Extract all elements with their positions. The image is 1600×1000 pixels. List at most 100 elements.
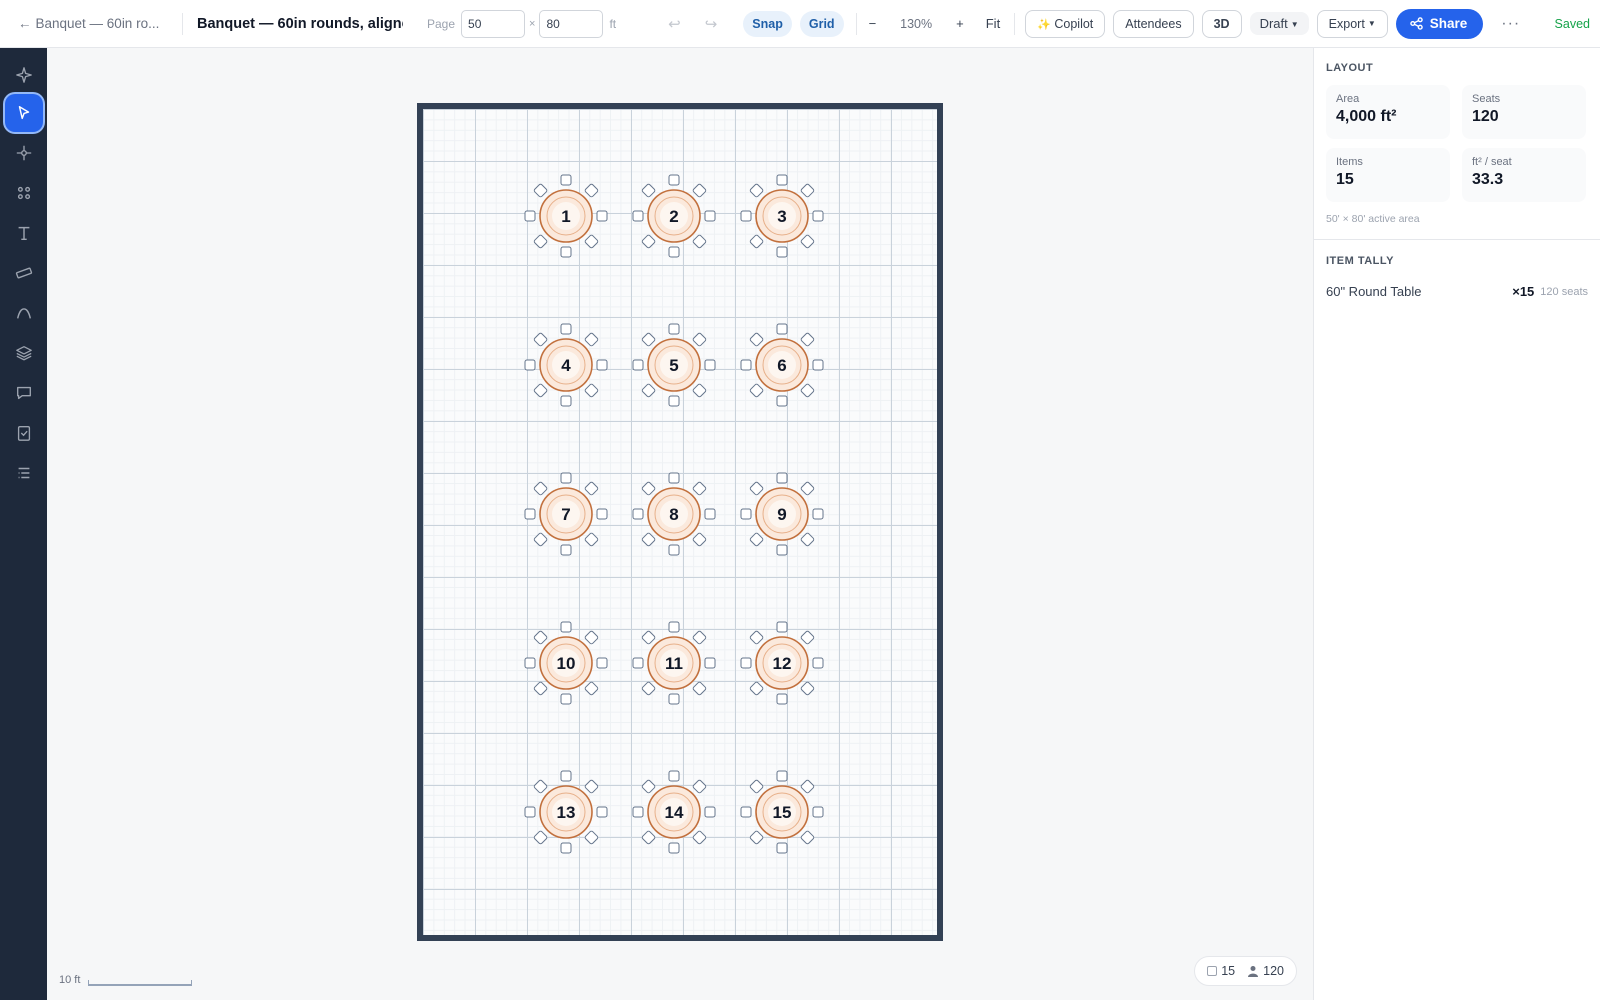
document-title[interactable]: Banquet — 60in rounds, aligned (197, 16, 403, 32)
zoom-in-button[interactable]: + (956, 16, 964, 31)
tool-rail (0, 48, 47, 1000)
attendees-button[interactable]: Attendees (1113, 9, 1194, 38)
more-options-icon[interactable]: ··· (1501, 15, 1520, 33)
export-dropdown[interactable]: Export ▼ (1316, 9, 1388, 38)
chair (692, 830, 707, 845)
round-table[interactable]: 12 (740, 621, 824, 705)
chair (533, 532, 548, 547)
table-number: 6 (777, 356, 786, 375)
table-number: 15 (773, 803, 792, 822)
layers-tool[interactable] (5, 334, 43, 372)
chair (641, 481, 656, 496)
round-table[interactable]: 9 (740, 472, 824, 556)
round-table[interactable]: 6 (740, 323, 824, 407)
chair (641, 234, 656, 249)
ai-tool[interactable] (5, 56, 43, 94)
round-table[interactable]: 15 (740, 770, 824, 854)
redo-icon[interactable]: ↪ (705, 15, 718, 33)
round-table[interactable]: 11 (632, 621, 716, 705)
round-table[interactable]: 14 (632, 770, 716, 854)
zoom-level[interactable]: 130% (900, 17, 932, 31)
chair (560, 246, 572, 258)
chair (704, 508, 716, 520)
comment-tool[interactable] (5, 374, 43, 412)
square-icon (1207, 966, 1218, 976)
text-tool[interactable] (5, 214, 43, 252)
round-table[interactable]: 4 (524, 323, 608, 407)
chair (740, 210, 752, 222)
round-table[interactable]: 7 (524, 472, 608, 556)
chair (560, 472, 572, 484)
round-table[interactable]: 1 (524, 174, 608, 258)
list-tool[interactable] (5, 454, 43, 492)
page-width-input[interactable] (461, 9, 526, 38)
components-icon (17, 186, 31, 200)
chair (632, 508, 644, 520)
item-count-value: 15 (1221, 964, 1236, 978)
chair (524, 508, 536, 520)
chair (560, 621, 572, 633)
canvas[interactable]: 1 2 3 4 5 6 7 8 9 10 11 12 13 14 15 10 ft 15 120 (47, 48, 1313, 1000)
chair (740, 359, 752, 371)
checklist-icon (17, 426, 31, 441)
draft-dropdown[interactable]: Draft ▼ (1249, 12, 1309, 35)
chair (800, 183, 815, 198)
checklist-tool[interactable] (5, 414, 43, 452)
chair (692, 779, 707, 794)
room-boundary[interactable]: 1 2 3 4 5 6 7 8 9 10 11 12 13 14 15 (417, 103, 943, 941)
zoom-out-button[interactable]: − (869, 16, 877, 31)
chair (533, 681, 548, 696)
tally-item-seats: 120 seats (1540, 285, 1588, 298)
chair (641, 532, 656, 547)
share-label: Share (1429, 15, 1468, 31)
connect-tool[interactable] (5, 134, 43, 172)
item-tally-heading: ITEM TALLY (1326, 255, 1394, 267)
share-button[interactable]: Share (1395, 8, 1484, 39)
3d-view-button[interactable]: 3D (1201, 9, 1242, 38)
tally-row[interactable]: 60" Round Table ×15 120 seats (1326, 284, 1588, 299)
chair (560, 174, 572, 186)
ruler-tool[interactable] (5, 254, 43, 292)
curve-tool[interactable] (5, 294, 43, 332)
round-table[interactable]: 3 (740, 174, 824, 258)
select-tool[interactable] (5, 94, 43, 132)
snap-toggle[interactable]: Snap (743, 10, 792, 37)
fit-button[interactable]: Fit (986, 16, 1000, 31)
undo-icon[interactable]: ↩ (668, 15, 681, 33)
chair (584, 830, 599, 845)
page-height-input[interactable] (539, 9, 604, 38)
round-table[interactable]: 13 (524, 770, 608, 854)
tally-item-name: 60" Round Table (1326, 284, 1422, 299)
chair (584, 234, 599, 249)
stat-value: 33.3 (1472, 171, 1504, 188)
chair (596, 210, 608, 222)
chair (596, 508, 608, 520)
chair (800, 630, 815, 645)
chair (692, 383, 707, 398)
chair (641, 630, 656, 645)
toolbar: ← Banquet — 60in ro... Banquet — 60in ro… (0, 0, 1600, 48)
round-table[interactable]: 5 (632, 323, 716, 407)
chair (812, 806, 824, 818)
chair (749, 481, 764, 496)
curve-icon (16, 308, 32, 319)
chair (668, 842, 680, 854)
chair (641, 383, 656, 398)
unit-label: ft (609, 16, 617, 31)
round-table[interactable]: 10 (524, 621, 608, 705)
chair (800, 481, 815, 496)
chair (533, 630, 548, 645)
chair (584, 383, 599, 398)
chevron-down-icon: ▼ (1290, 20, 1299, 30)
back-button[interactable]: ← Banquet — 60in ro... (18, 16, 168, 31)
components-tool[interactable] (5, 174, 43, 212)
round-table[interactable]: 2 (632, 174, 716, 258)
grid-toggle[interactable]: Grid (799, 10, 844, 37)
round-table[interactable]: 8 (632, 472, 716, 556)
chair (749, 779, 764, 794)
copilot-button[interactable]: ✨ Copilot (1025, 9, 1106, 38)
chair (668, 544, 680, 556)
table-number: 10 (557, 654, 576, 673)
stat-value: 4,000 ft² (1336, 108, 1397, 125)
stat-label: ft² / seat (1472, 156, 1512, 168)
